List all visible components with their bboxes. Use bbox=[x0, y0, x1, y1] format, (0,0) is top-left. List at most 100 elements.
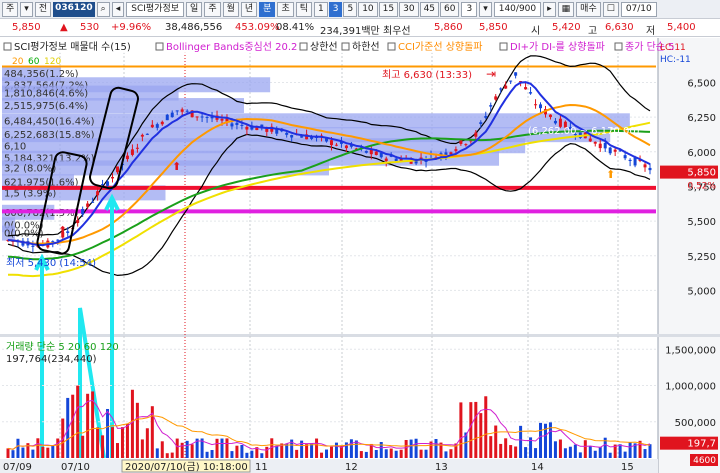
current-volume-text2: 4600 bbox=[693, 456, 716, 466]
x-axis-label: 14 bbox=[531, 462, 544, 473]
volume-bar bbox=[394, 450, 398, 458]
interval-button-45[interactable]: 45 bbox=[419, 1, 440, 17]
trade-amount: 234,391백만 bbox=[320, 26, 380, 37]
candle-body bbox=[115, 166, 119, 173]
volume-bar bbox=[374, 449, 378, 458]
search-icon[interactable]: ⌕ bbox=[96, 1, 110, 17]
tab-minute[interactable]: 분 bbox=[259, 1, 276, 17]
volume-bar bbox=[16, 438, 20, 458]
interval-button-60[interactable]: 60 bbox=[440, 1, 460, 17]
candle-body bbox=[195, 116, 199, 118]
volume-bar bbox=[539, 422, 543, 458]
volume-bar bbox=[111, 427, 115, 458]
candle-body bbox=[180, 109, 184, 112]
volume-bar bbox=[325, 449, 329, 458]
interval-button-1[interactable]: 1 bbox=[314, 1, 328, 17]
volume-bar bbox=[225, 438, 229, 458]
candle-body bbox=[504, 85, 508, 89]
candle-body bbox=[474, 132, 478, 137]
candle-body bbox=[170, 112, 174, 118]
volume-bar bbox=[320, 452, 324, 458]
candle-body bbox=[479, 122, 483, 125]
volume-bar bbox=[648, 444, 652, 458]
interval-button-10[interactable]: 10 bbox=[358, 1, 378, 17]
volume-axis-tick: 500,000 bbox=[675, 418, 716, 429]
candle-body bbox=[384, 158, 388, 162]
volume-bar bbox=[125, 423, 129, 458]
volume-bar bbox=[568, 446, 572, 458]
candle-body bbox=[101, 184, 105, 186]
legend-item: DI+가 DI-를 상향돌파 bbox=[510, 41, 605, 53]
candle-body bbox=[374, 151, 378, 155]
period-button[interactable]: 주 bbox=[2, 1, 19, 17]
candle-body bbox=[529, 92, 533, 94]
candle-body bbox=[205, 116, 209, 118]
tab-month[interactable]: 월 bbox=[222, 1, 239, 17]
date-field[interactable]: 07/10 bbox=[620, 1, 657, 17]
candle-body bbox=[344, 145, 348, 149]
volume-value: 38,486,556 bbox=[165, 22, 223, 33]
candle-body bbox=[459, 140, 463, 144]
volume-bar bbox=[135, 402, 139, 458]
candle-body bbox=[548, 114, 552, 118]
volume-bar bbox=[474, 401, 478, 458]
volume-bar bbox=[404, 439, 408, 458]
volume-bar bbox=[354, 440, 358, 458]
interval-button-30[interactable]: 30 bbox=[399, 1, 419, 17]
x-axis-label: 11 bbox=[255, 462, 268, 473]
volume-bar bbox=[76, 385, 80, 458]
volume-bar bbox=[578, 452, 582, 458]
price-axis-tick: 5,000 bbox=[687, 286, 716, 297]
volume-bar bbox=[275, 445, 279, 458]
prev-icon[interactable]: ◂ bbox=[111, 1, 125, 17]
volume-bar bbox=[449, 449, 453, 458]
tab-year[interactable]: 년 bbox=[240, 1, 258, 17]
tab-tick[interactable]: 틱 bbox=[295, 1, 312, 17]
checkbox-icon[interactable]: ☐ bbox=[602, 1, 619, 17]
jeon-button[interactable]: 전 bbox=[34, 1, 52, 17]
x-axis-label: 12 bbox=[345, 462, 358, 473]
price-axis-tick: 6,500 bbox=[687, 78, 716, 89]
volume-bar bbox=[295, 449, 299, 458]
candle-body bbox=[613, 149, 617, 152]
price-chart-svg[interactable]: 484,356(1.2%)2,837,564(7.2%)1,810,846(4.… bbox=[0, 38, 720, 473]
candle-body bbox=[155, 124, 159, 128]
interval-button-3[interactable]: 3 bbox=[328, 1, 343, 17]
interval-button-5[interactable]: 5 bbox=[343, 1, 358, 17]
chevron-down-icon[interactable]: ▾ bbox=[479, 1, 492, 17]
chevron-down-icon[interactable]: ▾ bbox=[20, 1, 33, 17]
volume-bar bbox=[31, 449, 35, 458]
volume-bar bbox=[51, 445, 55, 458]
candle-body bbox=[464, 144, 468, 146]
candle-body bbox=[300, 136, 304, 138]
high-label: 고 bbox=[588, 26, 598, 37]
candle-body bbox=[230, 123, 234, 127]
chart-area[interactable]: 484,356(1.2%)2,837,564(7.2%)1,810,846(4.… bbox=[0, 38, 720, 473]
tab-second[interactable]: 초 bbox=[277, 1, 294, 17]
volume-bar bbox=[240, 444, 244, 458]
buy-button[interactable]: 매수 bbox=[576, 1, 601, 17]
legend-item: CCI가준선 상향돌파 bbox=[398, 41, 483, 53]
stock-code-field[interactable]: 036120 bbox=[53, 1, 95, 17]
volume-bar bbox=[583, 440, 587, 458]
candle-body bbox=[608, 147, 612, 154]
volume-bar bbox=[359, 451, 363, 458]
volume-bar bbox=[160, 441, 164, 458]
candle-body bbox=[553, 120, 557, 124]
volume-bar bbox=[444, 451, 448, 458]
tab-week[interactable]: 주 bbox=[204, 1, 221, 17]
page-indicator: 140/900 bbox=[493, 1, 542, 17]
next-icon[interactable]: ▸ bbox=[543, 1, 556, 17]
grid-icon[interactable]: ▦ bbox=[557, 1, 575, 17]
interval-button-15[interactable]: 15 bbox=[378, 1, 399, 17]
period-select[interactable]: 3 bbox=[461, 1, 478, 17]
signal-up-icon: ⬆ bbox=[58, 224, 67, 237]
candle-body bbox=[539, 104, 543, 109]
candle-body bbox=[364, 150, 368, 153]
stock-name-field[interactable]: SCI평가정보 bbox=[126, 1, 185, 17]
candle-body bbox=[648, 167, 652, 171]
candle-body bbox=[593, 141, 597, 144]
tab-day[interactable]: 일 bbox=[186, 1, 203, 17]
volume-bar bbox=[479, 413, 483, 458]
candle-body bbox=[484, 116, 488, 118]
